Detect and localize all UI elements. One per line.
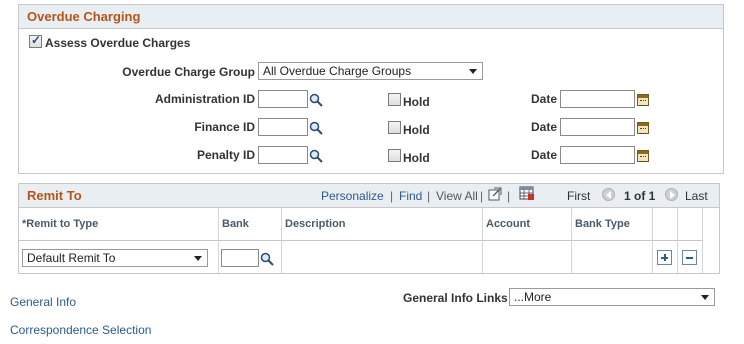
table-cell xyxy=(282,241,483,273)
view-all-link[interactable]: View All xyxy=(436,189,478,203)
column-header-description[interactable]: Description xyxy=(282,208,483,241)
finance-hold-checkbox[interactable] xyxy=(388,121,401,134)
finance-id-input[interactable] xyxy=(258,118,308,136)
checkmark-icon: ✓ xyxy=(31,33,42,47)
administration-date-input[interactable] xyxy=(560,90,635,108)
chevron-down-icon xyxy=(701,295,709,300)
overdue-charge-group-select[interactable]: All Overdue Charge Groups xyxy=(258,62,483,80)
download-spreadsheet-icon[interactable] xyxy=(519,186,535,200)
finance-id-label: Finance ID xyxy=(194,120,255,134)
penalty-id-input[interactable] xyxy=(258,146,308,164)
overdue-charging-title: Overdue Charging xyxy=(27,9,141,24)
overdue-charging-header: Overdue Charging xyxy=(19,5,723,29)
next-icon[interactable] xyxy=(665,188,678,201)
penalty-hold-label: Hold xyxy=(403,151,430,165)
toolbar-separator: | xyxy=(507,189,511,203)
administration-id-label: Administration ID xyxy=(154,92,255,106)
lookup-icon[interactable] xyxy=(309,149,323,163)
calendar-icon[interactable] xyxy=(637,122,649,134)
overdue-charge-group-label: Overdue Charge Group xyxy=(122,65,255,79)
penalty-id-label: Penalty ID xyxy=(196,148,255,162)
assess-overdue-charges-checkbox[interactable]: ✓ xyxy=(29,33,42,48)
first-label: First xyxy=(567,189,591,203)
toolbar-separator: | xyxy=(390,189,394,203)
row-range-label: 1 of 1 xyxy=(624,189,656,203)
column-header-account[interactable]: Account xyxy=(483,208,572,241)
column-header-bank-type[interactable]: Bank Type xyxy=(572,208,653,241)
personalize-link[interactable]: Personalize xyxy=(321,189,384,203)
zoom-grid-icon[interactable] xyxy=(488,187,502,201)
remit-to-type-value: Default Remit To xyxy=(27,251,116,265)
chevron-down-icon xyxy=(469,69,477,74)
lookup-icon[interactable] xyxy=(260,252,274,266)
delete-row-icon[interactable] xyxy=(682,250,697,265)
toolbar-separator: | xyxy=(480,189,484,203)
lookup-icon[interactable] xyxy=(309,93,323,107)
bank-input[interactable] xyxy=(221,249,259,267)
penalty-hold-checkbox[interactable] xyxy=(388,149,401,162)
calendar-icon[interactable] xyxy=(637,150,649,162)
assess-overdue-charges-label: Assess Overdue Charges xyxy=(45,36,191,50)
administration-hold-label: Hold xyxy=(403,95,430,109)
general-info-links-value: ...More xyxy=(514,290,552,304)
penalty-date-input[interactable] xyxy=(560,146,635,164)
general-info-link[interactable]: General Info xyxy=(10,295,76,309)
table-cell xyxy=(572,241,653,273)
last-label: Last xyxy=(685,189,708,203)
overdue-charge-group-value: All Overdue Charge Groups xyxy=(263,64,412,78)
toolbar-separator: | xyxy=(427,189,431,203)
column-header-add xyxy=(653,208,678,241)
column-header-delete xyxy=(678,208,703,241)
administration-id-input[interactable] xyxy=(258,90,308,108)
correspondence-selection-link[interactable]: Correspondence Selection xyxy=(10,323,151,337)
finance-date-input[interactable] xyxy=(560,118,635,136)
lookup-icon[interactable] xyxy=(309,121,323,135)
calendar-icon[interactable] xyxy=(637,94,649,106)
general-info-links-select[interactable]: ...More xyxy=(509,288,715,306)
remit-to-title: Remit To xyxy=(27,188,82,203)
find-link[interactable]: Find xyxy=(399,189,422,203)
penalty-date-label: Date xyxy=(531,148,558,162)
column-header-remit-to-type[interactable]: *Remit to Type xyxy=(19,208,219,241)
previous-icon[interactable] xyxy=(602,188,615,201)
chevron-down-icon xyxy=(194,256,202,261)
general-info-links-label: General Info Links xyxy=(403,291,508,305)
administration-hold-checkbox[interactable] xyxy=(388,93,401,106)
remit-to-type-select[interactable]: Default Remit To xyxy=(22,249,208,267)
administration-date-label: Date xyxy=(531,92,558,106)
finance-date-label: Date xyxy=(531,120,558,134)
add-row-icon[interactable] xyxy=(657,250,672,265)
finance-hold-label: Hold xyxy=(403,123,430,137)
table-cell xyxy=(483,241,572,273)
column-header-bank[interactable]: Bank xyxy=(219,208,282,241)
